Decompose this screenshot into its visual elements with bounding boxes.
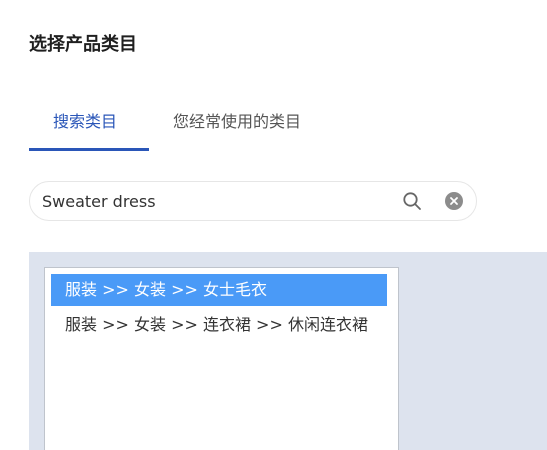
- search-icon[interactable]: [402, 191, 422, 211]
- search-input[interactable]: [42, 182, 392, 220]
- results-panel: 服装 >> 女装 >> 女士毛衣 服装 >> 女装 >> 连衣裙 >> 休闲连衣…: [29, 252, 547, 450]
- page-title: 选择产品类目: [29, 34, 137, 55]
- category-tabs: 搜索类目 您经常使用的类目: [29, 100, 547, 152]
- category-results-list[interactable]: 服装 >> 女装 >> 女士毛衣 服装 >> 女装 >> 连衣裙 >> 休闲连衣…: [44, 267, 399, 450]
- active-tab-indicator: [29, 148, 149, 151]
- category-picker-page: 选择产品类目 搜索类目 您经常使用的类目 服装 >> 女装 >> 女士毛衣 服装…: [0, 0, 547, 450]
- tab-frequent-categories[interactable]: 您经常使用的类目: [173, 110, 301, 134]
- search-box: [29, 181, 477, 221]
- result-item-selected[interactable]: 服装 >> 女装 >> 女士毛衣: [51, 274, 387, 306]
- clear-search-icon[interactable]: [445, 192, 463, 210]
- result-item[interactable]: 服装 >> 女装 >> 连衣裙 >> 休闲连衣裙: [51, 309, 387, 341]
- tab-search-category[interactable]: 搜索类目: [53, 110, 117, 134]
